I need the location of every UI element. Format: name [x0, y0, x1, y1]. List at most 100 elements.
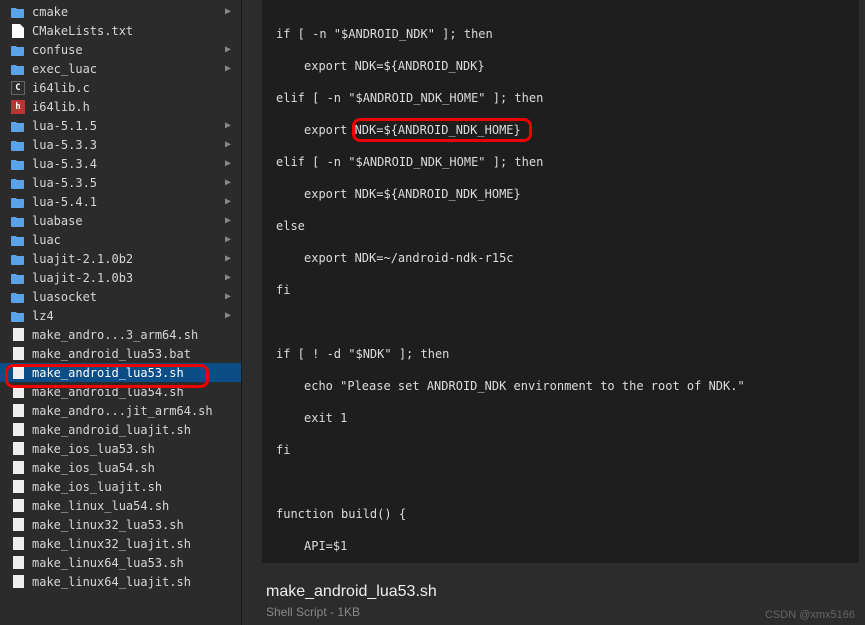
file-sh-icon [10, 498, 26, 514]
item-label: exec_luac [32, 62, 97, 76]
item-label: lua-5.4.1 [32, 195, 97, 209]
folder-item[interactable]: confuse▶ [0, 40, 241, 59]
file-sh-icon [10, 574, 26, 590]
file-item[interactable]: make_android_lua53.bat [0, 344, 241, 363]
folder-icon [10, 308, 26, 324]
code-line: else [276, 218, 845, 234]
code-line: function build() { [276, 506, 845, 522]
item-label: make_android_lua53.bat [32, 347, 191, 361]
chevron-right-icon: ▶ [225, 253, 231, 264]
folder-icon [10, 175, 26, 191]
folder-icon [10, 289, 26, 305]
file-sh-icon [10, 346, 26, 362]
item-label: luajit-2.1.0b2 [32, 252, 133, 266]
folder-item[interactable]: lua-5.1.5▶ [0, 116, 241, 135]
folder-item[interactable]: luasocket▶ [0, 287, 241, 306]
folder-item[interactable]: lua-5.4.1 ▶ [0, 192, 241, 211]
item-label: luasocket [32, 290, 97, 304]
file-item[interactable]: make_linux32_lua53.sh [0, 515, 241, 534]
folder-item[interactable]: lua-5.3.3▶ [0, 135, 241, 154]
chevron-right-icon: ▶ [225, 139, 231, 150]
file-item[interactable]: make_ios_luajit.sh [0, 477, 241, 496]
file-sh-icon [10, 536, 26, 552]
chevron-right-icon: ▶ [225, 196, 231, 207]
item-label: make_ios_lua53.sh [32, 442, 155, 456]
item-label: make_andro...jit_arm64.sh [32, 404, 213, 418]
code-line: export NDK=~/android-ndk-r15c [276, 250, 845, 266]
folder-item[interactable]: luac▶ [0, 230, 241, 249]
code-line: echo "Please set ANDROID_NDK environment… [276, 378, 845, 394]
file-sh-icon [10, 555, 26, 571]
item-label: luabase [32, 214, 83, 228]
file-item[interactable]: make_android_lua53.sh [0, 363, 241, 382]
file-tree-sidebar[interactable]: cmake▶CMakeLists.txtconfuse▶exec_luac▶Ci… [0, 0, 242, 625]
code-viewer[interactable]: if [ -n "$ANDROID_NDK" ]; then export ND… [262, 0, 859, 563]
code-blank [276, 474, 845, 490]
file-item[interactable]: make_linux32_luajit.sh [0, 534, 241, 553]
file-item[interactable]: CMakeLists.txt [0, 21, 241, 40]
file-item[interactable]: make_android_lua54.sh [0, 382, 241, 401]
code-line: API=$1 [276, 538, 845, 554]
item-label: lua-5.3.5 [32, 176, 97, 190]
folder-icon [10, 118, 26, 134]
item-label: i64lib.c [32, 81, 90, 95]
item-label: make_linux32_lua53.sh [32, 518, 184, 532]
file-c-icon: C [10, 80, 26, 96]
item-label: lua-5.3.4 [32, 157, 97, 171]
code-line: if [ ! -d "$NDK" ]; then [276, 346, 845, 362]
chevron-right-icon: ▶ [225, 215, 231, 226]
folder-icon [10, 194, 26, 210]
folder-icon [10, 4, 26, 20]
item-label: make_android_lua54.sh [32, 385, 184, 399]
folder-icon [10, 156, 26, 172]
content-panel: if [ -n "$ANDROID_NDK" ]; then export ND… [242, 0, 865, 625]
item-label: make_andro...3_arm64.sh [32, 328, 198, 342]
item-label: i64lib.h [32, 100, 90, 114]
item-label: cmake [32, 5, 68, 19]
file-item[interactable]: Ci64lib.c [0, 78, 241, 97]
folder-item[interactable]: luajit-2.1.0b3▶ [0, 268, 241, 287]
file-sh-icon [10, 422, 26, 438]
item-label: make_linux64_luajit.sh [32, 575, 191, 589]
item-label: luac [32, 233, 61, 247]
folder-item[interactable]: luajit-2.1.0b2 ▶ [0, 249, 241, 268]
chevron-right-icon: ▶ [225, 6, 231, 17]
file-item[interactable]: make_andro...3_arm64.sh [0, 325, 241, 344]
item-label: make_android_luajit.sh [32, 423, 191, 437]
code-line: fi [276, 442, 845, 458]
code-line: elif [ -n "$ANDROID_NDK_HOME" ]; then [276, 154, 845, 170]
code-blank [276, 314, 845, 330]
file-sh-icon [10, 403, 26, 419]
file-item[interactable]: make_ios_lua53.sh [0, 439, 241, 458]
folder-item[interactable]: luabase ▶ [0, 211, 241, 230]
folder-icon [10, 61, 26, 77]
folder-item[interactable]: lua-5.3.4▶ [0, 154, 241, 173]
folder-item[interactable]: lua-5.3.5▶ [0, 173, 241, 192]
file-sh-icon [10, 460, 26, 476]
file-item[interactable]: hi64lib.h [0, 97, 241, 116]
item-label: lua-5.1.5 [32, 119, 97, 133]
code-line: elif [ -n "$ANDROID_NDK_HOME" ]; then [276, 90, 845, 106]
item-label: make_linux32_luajit.sh [32, 537, 191, 551]
file-item[interactable]: make_android_luajit.sh [0, 420, 241, 439]
item-label: CMakeLists.txt [32, 24, 133, 38]
folder-item[interactable]: lz4▶ [0, 306, 241, 325]
code-line: export NDK=${ANDROID_NDK} [276, 58, 845, 74]
chevron-right-icon: ▶ [225, 272, 231, 283]
code-line: if [ -n "$ANDROID_NDK" ]; then [276, 26, 845, 42]
file-item[interactable]: make_linux64_luajit.sh [0, 572, 241, 591]
file-item[interactable]: make_linux_lua54.sh [0, 496, 241, 515]
folder-item[interactable]: cmake ▶ [0, 2, 241, 21]
folder-icon [10, 137, 26, 153]
folder-icon [10, 42, 26, 58]
file-sh-icon [10, 479, 26, 495]
folder-icon [10, 270, 26, 286]
folder-item[interactable]: exec_luac▶ [0, 59, 241, 78]
file-item[interactable]: make_linux64_lua53.sh [0, 553, 241, 572]
item-label: make_ios_luajit.sh [32, 480, 162, 494]
file-txt-icon [10, 23, 26, 39]
file-info-name: make_android_lua53.sh [266, 583, 855, 601]
file-item[interactable]: make_andro...jit_arm64.sh [0, 401, 241, 420]
code-line: export NDK=${ANDROID_NDK_HOME} [276, 122, 845, 138]
file-item[interactable]: make_ios_lua54.sh [0, 458, 241, 477]
